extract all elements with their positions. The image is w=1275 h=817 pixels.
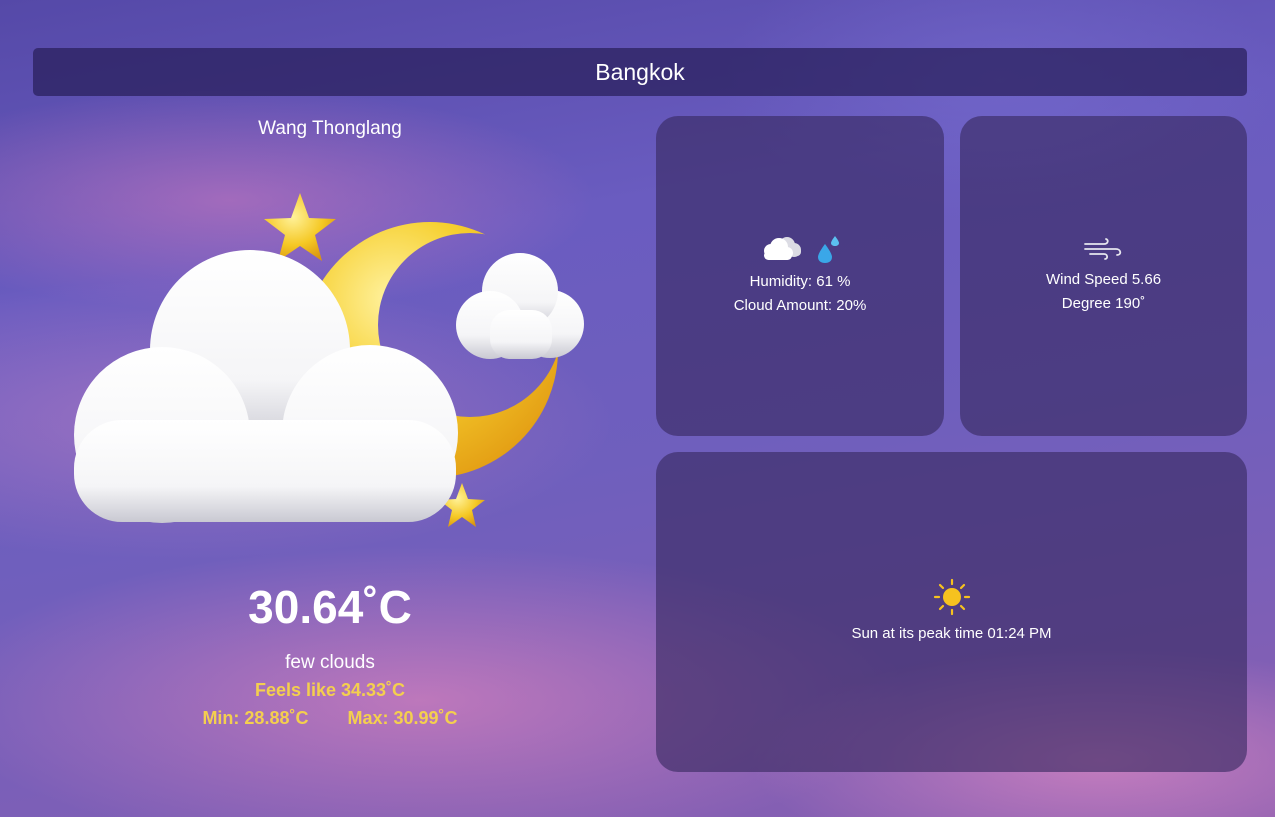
min-max-temperature: Min: 28.88˚C Max: 30.99˚C (30, 708, 630, 729)
humidity-icons (759, 234, 841, 264)
district-name: Wang Thonglang (258, 118, 402, 139)
weather-description: few clouds (285, 652, 375, 673)
humidity-value: Humidity: 61 % (749, 273, 851, 290)
droplet-icon (818, 236, 839, 263)
city-name: Bangkok (595, 58, 685, 85)
wind-icons (1082, 236, 1126, 262)
wind-icon (1083, 238, 1121, 260)
current-weather-panel: Wang Thonglang 30.64˚C few clouds Feels … (30, 110, 630, 770)
max-temperature: Max: 30.99˚C (347, 708, 458, 728)
cloud-amount-value: Cloud Amount: 20% (733, 297, 867, 314)
cloud-icon (764, 237, 801, 260)
wind-card: Wind Speed 5.66 Degree 190˚ (960, 116, 1247, 436)
feels-like: Feels like 34.33˚C (254, 680, 406, 700)
sun-peak-time: Sun at its peak time 01:24 PM (851, 625, 1052, 642)
wind-degree-value: Degree 190˚ (1061, 295, 1146, 312)
sun-icons (933, 578, 971, 616)
min-temperature: Min: 28.88˚C (202, 708, 309, 728)
sun-icon (933, 578, 970, 616)
city-header: Bangkok (33, 48, 1247, 96)
temperature: 30.64˚C (248, 581, 412, 633)
humidity-card: Humidity: 61 % Cloud Amount: 20% (656, 116, 944, 436)
sun-card: Sun at its peak time 01:24 PM (656, 452, 1247, 772)
cloud-moon-stars-icon (74, 193, 584, 527)
wind-speed-value: Wind Speed 5.66 (1045, 271, 1162, 288)
